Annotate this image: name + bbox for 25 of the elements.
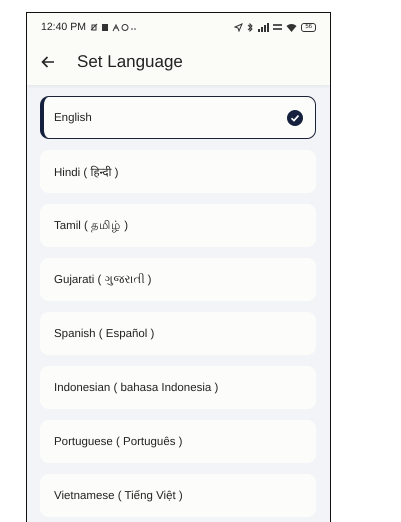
wifi-icon <box>286 22 298 32</box>
location-icon <box>234 22 244 32</box>
language-option[interactable]: Gujarati ( ગુજરાતી ) <box>40 258 316 301</box>
language-name: Gujarati ( ગુજરાતી ) <box>54 274 152 286</box>
language-option[interactable]: Tamil ( தமிழ் ) <box>40 204 316 247</box>
language-option[interactable]: Portuguese ( Português ) <box>40 420 316 463</box>
language-option[interactable]: Vietnamese ( Tiếng Việt ) <box>40 474 316 517</box>
notification-icons <box>90 22 138 32</box>
language-name: Tamil ( தமிழ் ) <box>54 218 128 232</box>
check-icon <box>287 110 303 126</box>
signal-icon <box>257 22 270 32</box>
language-name: Portuguese ( Português ) <box>54 436 182 448</box>
language-name: Hindi ( हिन्दी ) <box>54 164 118 179</box>
bluetooth-icon <box>247 22 254 32</box>
page-title: Set Language <box>77 52 183 72</box>
language-name: Spanish ( Español ) <box>54 328 154 340</box>
language-name: Vietnamese ( Tiếng Việt ) <box>54 490 183 502</box>
language-name: English <box>54 112 92 124</box>
language-option[interactable]: English <box>40 96 316 139</box>
language-option[interactable]: Hindi ( हिन्दी ) <box>40 150 316 193</box>
status-time: 12:40 PM <box>41 21 86 33</box>
language-option[interactable]: Spanish ( Español ) <box>40 312 316 355</box>
language-name: Indonesian ( bahasa Indonesia ) <box>54 382 218 394</box>
language-option[interactable]: Indonesian ( bahasa Indonesia ) <box>40 366 316 409</box>
back-arrow-icon[interactable] <box>41 56 55 68</box>
